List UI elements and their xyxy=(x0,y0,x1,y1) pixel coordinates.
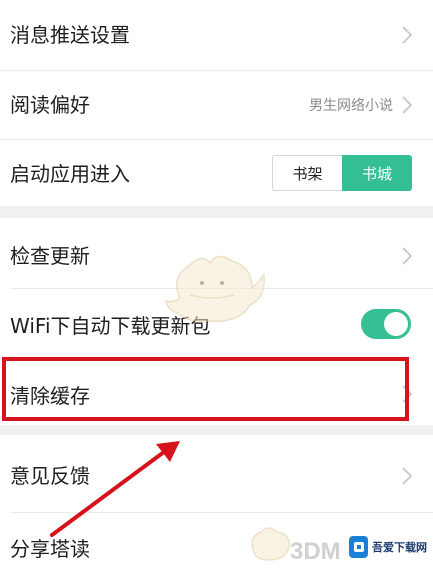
site-badge: 吾爱下载网 xyxy=(349,534,427,560)
mascot-watermark xyxy=(165,255,265,323)
site-name: 吾爱下载网 xyxy=(372,541,427,554)
site-logo-icon xyxy=(349,536,368,558)
mascot-watermark-small xyxy=(251,527,290,561)
brand-watermark: 3DM xyxy=(290,538,341,565)
